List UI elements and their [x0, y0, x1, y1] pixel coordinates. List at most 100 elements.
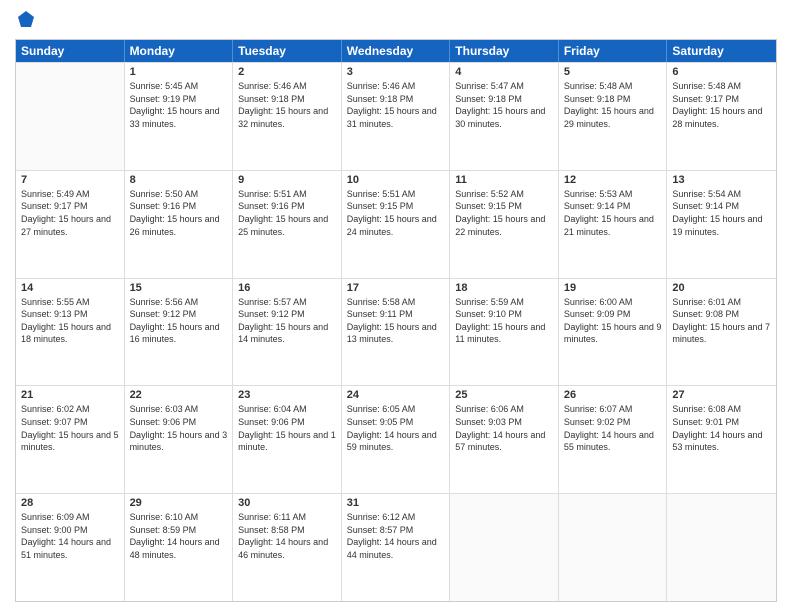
calendar-cell-2-2: 8 Sunrise: 5:50 AMSunset: 9:16 PMDaylight… [125, 171, 234, 278]
day-number: 14 [21, 282, 119, 294]
day-info: Sunrise: 5:56 AMSunset: 9:12 PMDaylight:… [130, 296, 228, 346]
calendar-cell-1-1 [16, 63, 125, 170]
day-number: 9 [238, 174, 336, 186]
calendar-cell-3-4: 17 Sunrise: 5:58 AMSunset: 9:11 PMDayligh… [342, 279, 451, 386]
calendar-cell-2-5: 11 Sunrise: 5:52 AMSunset: 9:15 PMDayligh… [450, 171, 559, 278]
day-number: 15 [130, 282, 228, 294]
day-number: 1 [130, 66, 228, 78]
calendar-cell-3-6: 19Sunrise: 6:00 AMSunset: 9:09 PMDayligh… [559, 279, 668, 386]
logo [15, 10, 35, 33]
day-info: Sunrise: 5:46 AMSunset: 9:18 PMDaylight:… [238, 80, 336, 130]
day-info: Sunrise: 5:46 AMSunset: 9:18 PMDaylight:… [347, 80, 445, 130]
calendar-row-4: 21 Sunrise: 6:02 AMSunset: 9:07 PMDayligh… [16, 385, 776, 493]
calendar-cell-4-2: 22 Sunrise: 6:03 AMSunset: 9:06 PMDayligh… [125, 386, 234, 493]
calendar-row-5: 28 Sunrise: 6:09 AMSunset: 9:00 PMDayligh… [16, 493, 776, 601]
day-info: Sunrise: 5:45 AMSunset: 9:19 PMDaylight:… [130, 80, 228, 130]
day-number: 27 [672, 389, 771, 401]
day-info: Sunrise: 5:58 AMSunset: 9:11 PMDaylight:… [347, 296, 445, 346]
header [15, 10, 777, 33]
calendar-cell-5-6 [559, 494, 668, 601]
day-info: Sunrise: 5:49 AMSunset: 9:17 PMDaylight:… [21, 188, 119, 238]
day-info: Sunrise: 6:06 AMSunset: 9:03 PMDaylight:… [455, 403, 553, 453]
calendar-cell-2-3: 9Sunrise: 5:51 AMSunset: 9:16 PMDaylight… [233, 171, 342, 278]
calendar-cell-4-6: 26 Sunrise: 6:07 AMSunset: 9:02 PMDayligh… [559, 386, 668, 493]
day-info: Sunrise: 5:52 AMSunset: 9:15 PMDaylight:… [455, 188, 553, 238]
day-number: 24 [347, 389, 445, 401]
page: SundayMondayTuesdayWednesdayThursdayFrid… [0, 0, 792, 612]
day-number: 6 [672, 66, 771, 78]
calendar-cell-3-2: 15 Sunrise: 5:56 AMSunset: 9:12 PMDayligh… [125, 279, 234, 386]
day-number: 21 [21, 389, 119, 401]
calendar-cell-4-1: 21 Sunrise: 6:02 AMSunset: 9:07 PMDayligh… [16, 386, 125, 493]
day-number: 25 [455, 389, 553, 401]
day-info: Sunrise: 6:02 AMSunset: 9:07 PMDaylight:… [21, 403, 119, 453]
day-info: Sunrise: 5:48 AMSunset: 9:17 PMDaylight:… [672, 80, 771, 130]
day-info: Sunrise: 6:07 AMSunset: 9:02 PMDaylight:… [564, 403, 662, 453]
day-info: Sunrise: 6:10 AMSunset: 8:59 PMDaylight:… [130, 511, 228, 561]
calendar-cell-3-7: 20 Sunrise: 6:01 AMSunset: 9:08 PMDayligh… [667, 279, 776, 386]
calendar-cell-2-6: 12 Sunrise: 5:53 AMSunset: 9:14 PMDayligh… [559, 171, 668, 278]
calendar-cell-1-7: 6 Sunrise: 5:48 AMSunset: 9:17 PMDaylight… [667, 63, 776, 170]
calendar-cell-4-7: 27Sunrise: 6:08 AMSunset: 9:01 PMDayligh… [667, 386, 776, 493]
day-info: Sunrise: 5:53 AMSunset: 9:14 PMDaylight:… [564, 188, 662, 238]
day-number: 28 [21, 497, 119, 509]
calendar-cell-1-2: 1 Sunrise: 5:45 AMSunset: 9:19 PMDaylight… [125, 63, 234, 170]
day-number: 8 [130, 174, 228, 186]
day-info: Sunrise: 5:47 AMSunset: 9:18 PMDaylight:… [455, 80, 553, 130]
day-number: 30 [238, 497, 336, 509]
day-number: 29 [130, 497, 228, 509]
day-info: Sunrise: 6:04 AMSunset: 9:06 PMDaylight:… [238, 403, 336, 453]
day-number: 23 [238, 389, 336, 401]
day-number: 10 [347, 174, 445, 186]
calendar-cell-5-4: 31Sunrise: 6:12 AMSunset: 8:57 PMDayligh… [342, 494, 451, 601]
calendar-header: SundayMondayTuesdayWednesdayThursdayFrid… [16, 40, 776, 62]
day-number: 17 [347, 282, 445, 294]
calendar-cell-3-1: 14 Sunrise: 5:55 AMSunset: 9:13 PMDayligh… [16, 279, 125, 386]
day-number: 20 [672, 282, 771, 294]
header-day-thursday: Thursday [450, 40, 559, 62]
calendar-cell-3-5: 18Sunrise: 5:59 AMSunset: 9:10 PMDayligh… [450, 279, 559, 386]
calendar-cell-3-3: 16Sunrise: 5:57 AMSunset: 9:12 PMDayligh… [233, 279, 342, 386]
calendar: SundayMondayTuesdayWednesdayThursdayFrid… [15, 39, 777, 602]
day-number: 31 [347, 497, 445, 509]
calendar-row-2: 7 Sunrise: 5:49 AMSunset: 9:17 PMDaylight… [16, 170, 776, 278]
day-info: Sunrise: 5:55 AMSunset: 9:13 PMDaylight:… [21, 296, 119, 346]
day-info: Sunrise: 5:50 AMSunset: 9:16 PMDaylight:… [130, 188, 228, 238]
calendar-cell-2-7: 13 Sunrise: 5:54 AMSunset: 9:14 PMDayligh… [667, 171, 776, 278]
day-info: Sunrise: 5:54 AMSunset: 9:14 PMDaylight:… [672, 188, 771, 238]
calendar-cell-5-7 [667, 494, 776, 601]
day-number: 7 [21, 174, 119, 186]
day-number: 13 [672, 174, 771, 186]
day-info: Sunrise: 6:01 AMSunset: 9:08 PMDaylight:… [672, 296, 771, 346]
calendar-cell-5-5 [450, 494, 559, 601]
day-info: Sunrise: 6:05 AMSunset: 9:05 PMDaylight:… [347, 403, 445, 453]
day-number: 11 [455, 174, 553, 186]
day-number: 4 [455, 66, 553, 78]
header-day-saturday: Saturday [667, 40, 776, 62]
header-day-friday: Friday [559, 40, 668, 62]
day-number: 2 [238, 66, 336, 78]
day-info: Sunrise: 6:00 AMSunset: 9:09 PMDaylight:… [564, 296, 662, 346]
day-info: Sunrise: 6:11 AMSunset: 8:58 PMDaylight:… [238, 511, 336, 561]
day-number: 3 [347, 66, 445, 78]
day-number: 5 [564, 66, 662, 78]
header-day-monday: Monday [125, 40, 234, 62]
header-day-tuesday: Tuesday [233, 40, 342, 62]
calendar-cell-1-5: 4 Sunrise: 5:47 AMSunset: 9:18 PMDaylight… [450, 63, 559, 170]
day-info: Sunrise: 6:03 AMSunset: 9:06 PMDaylight:… [130, 403, 228, 453]
header-day-wednesday: Wednesday [342, 40, 451, 62]
day-number: 22 [130, 389, 228, 401]
day-info: Sunrise: 6:09 AMSunset: 9:00 PMDaylight:… [21, 511, 119, 561]
day-number: 26 [564, 389, 662, 401]
calendar-cell-5-1: 28 Sunrise: 6:09 AMSunset: 9:00 PMDayligh… [16, 494, 125, 601]
calendar-body: 1 Sunrise: 5:45 AMSunset: 9:19 PMDaylight… [16, 62, 776, 601]
day-number: 12 [564, 174, 662, 186]
day-info: Sunrise: 5:51 AMSunset: 9:15 PMDaylight:… [347, 188, 445, 238]
day-info: Sunrise: 5:59 AMSunset: 9:10 PMDaylight:… [455, 296, 553, 346]
day-number: 16 [238, 282, 336, 294]
calendar-row-3: 14 Sunrise: 5:55 AMSunset: 9:13 PMDayligh… [16, 278, 776, 386]
calendar-cell-2-4: 10 Sunrise: 5:51 AMSunset: 9:15 PMDayligh… [342, 171, 451, 278]
calendar-cell-2-1: 7 Sunrise: 5:49 AMSunset: 9:17 PMDaylight… [16, 171, 125, 278]
calendar-row-1: 1 Sunrise: 5:45 AMSunset: 9:19 PMDaylight… [16, 62, 776, 170]
calendar-cell-1-4: 3 Sunrise: 5:46 AMSunset: 9:18 PMDaylight… [342, 63, 451, 170]
